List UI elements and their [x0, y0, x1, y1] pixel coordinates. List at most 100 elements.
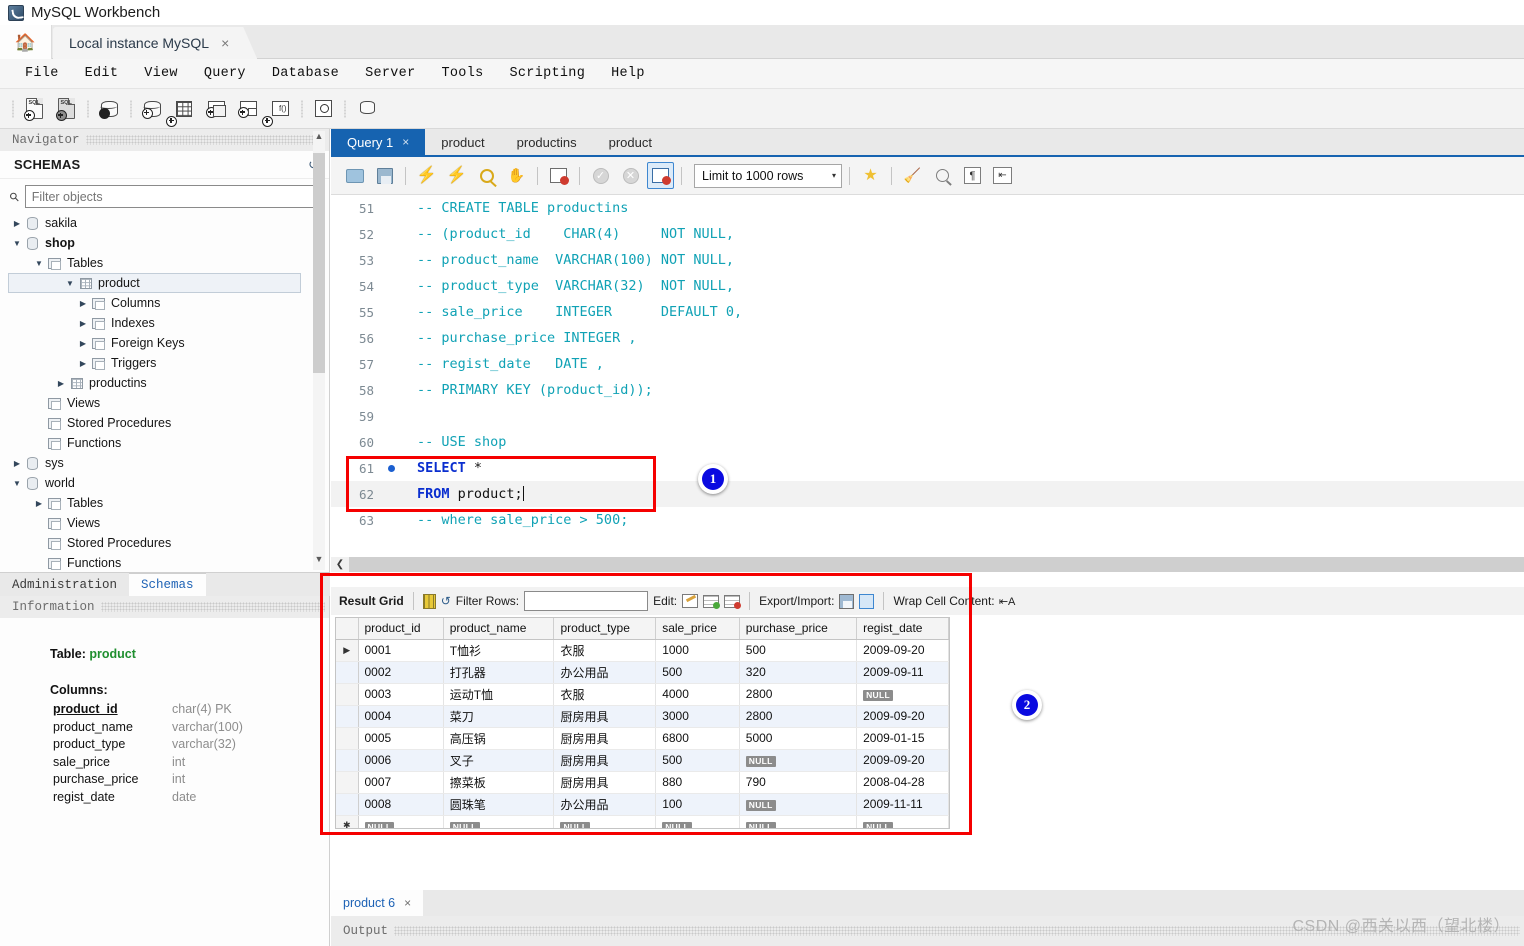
code-line-55[interactable]: 55 -- sale_price INTEGER DEFAULT 0,	[331, 299, 1524, 325]
cell-regist_date[interactable]: 2009-09-11	[856, 661, 949, 684]
edit-cell-icon[interactable]	[682, 594, 699, 608]
cell-regist_date[interactable]: NULL	[856, 815, 949, 828]
scroll-down-icon[interactable]: ▼	[313, 554, 325, 570]
cell-sale_price[interactable]: 500	[655, 749, 740, 772]
execute-icon[interactable]: ⚡	[413, 162, 440, 189]
tree-toggle-icon[interactable]: ▶	[32, 399, 46, 408]
code-line-59[interactable]: 59	[331, 403, 1524, 429]
scroll-left-icon[interactable]: ❮	[331, 557, 349, 572]
tree-item-triggers[interactable]: ▶ Triggers	[0, 353, 329, 373]
cell-product_id[interactable]: 0005	[358, 727, 444, 750]
export-recordset-icon[interactable]	[839, 593, 855, 609]
inspect-object-icon[interactable]	[308, 94, 338, 124]
tree-toggle-icon[interactable]: ▶	[32, 539, 46, 548]
row-selector[interactable]	[336, 683, 359, 706]
import-recordset-icon[interactable]	[859, 593, 875, 609]
table-row[interactable]: ▶ 0001 T恤衫 衣服 1000 500 2009-09-20	[336, 639, 949, 662]
stop-icon[interactable]: ✋	[503, 162, 530, 189]
code-line-61[interactable]: 61 SELECT *	[331, 455, 1524, 481]
explain-icon[interactable]	[473, 162, 500, 189]
cell-sale_price[interactable]: 500	[655, 661, 740, 684]
commit-icon[interactable]: ✓	[587, 162, 614, 189]
wrap-cell-icon[interactable]: ⇤A	[999, 594, 1016, 609]
code-line-57[interactable]: 57 -- regist_date DATE ,	[331, 351, 1524, 377]
cell-regist_date[interactable]: 2009-01-15	[856, 727, 949, 750]
cell-product_type[interactable]: 厨房用具	[553, 771, 657, 794]
cell-product_name[interactable]: 叉子	[443, 749, 555, 772]
cell-regist_date[interactable]: 2009-11-11	[856, 793, 949, 816]
table-row[interactable]: 0004 菜刀 厨房用具 3000 2800 2009-09-20	[336, 705, 949, 728]
open-script-icon[interactable]	[341, 162, 368, 189]
cell-product_id[interactable]: 0001	[358, 639, 444, 662]
tree-toggle-icon[interactable]: ▶	[32, 499, 46, 508]
code-line-51[interactable]: 51 -- CREATE TABLE productins	[331, 195, 1524, 221]
filter-rows-input[interactable]	[524, 591, 649, 611]
cell-product_id[interactable]: 0007	[358, 771, 444, 794]
server-status-icon[interactable]	[94, 94, 124, 124]
cell-purchase_price[interactable]: 790	[739, 771, 858, 794]
auto-commit-icon[interactable]	[647, 162, 674, 189]
code-line-54[interactable]: 54 -- product_type VARCHAR(32) NOT NULL,	[331, 273, 1524, 299]
row-selector[interactable]	[336, 749, 359, 772]
tree-toggle-icon[interactable]: ▼	[32, 259, 46, 268]
tab-schemas[interactable]: Schemas	[129, 573, 206, 596]
schema-tree[interactable]: ▶ sakila ▼ shop ▼ Tables ▼ product ▶ Columns ▶ Inde…	[0, 213, 329, 572]
cell-product_type[interactable]: 办公用品	[553, 661, 657, 684]
cell-product_id[interactable]: 0004	[358, 705, 444, 728]
row-selector[interactable]	[336, 661, 359, 684]
cell-product_id[interactable]: 0008	[358, 793, 444, 816]
cell-product_id[interactable]: NULL	[358, 815, 444, 828]
row-selector[interactable]	[336, 727, 359, 750]
cell-product_type[interactable]: 衣服	[553, 639, 657, 662]
code-line-62[interactable]: 62 FROM product;	[331, 481, 1524, 507]
cell-product_type[interactable]: 厨房用具	[553, 749, 657, 772]
close-icon[interactable]: ×	[221, 35, 229, 51]
tree-toggle-icon[interactable]: ▶	[32, 559, 46, 568]
cell-product_name[interactable]: 运动T恤	[443, 683, 555, 706]
cell-purchase_price[interactable]: NULL	[739, 793, 858, 816]
cell-regist_date[interactable]: 2008-04-28	[856, 771, 949, 794]
refresh-icon[interactable]: ↺	[441, 594, 451, 608]
result-grid[interactable]: product_id product_name product_type sale_p…	[335, 617, 950, 829]
save-script-icon[interactable]	[371, 162, 398, 189]
new-sql-tab-icon[interactable]: SQL	[19, 94, 49, 124]
new-function-icon[interactable]: f()	[262, 94, 295, 127]
menu-server[interactable]: Server	[352, 66, 428, 81]
open-sql-script-icon[interactable]: SQL	[51, 94, 81, 124]
cell-product_id[interactable]: 0003	[358, 683, 444, 706]
tree-item-columns[interactable]: ▶ Columns	[0, 293, 329, 313]
breakpoint-gutter[interactable]	[383, 464, 399, 472]
insert-row-icon[interactable]	[703, 594, 721, 609]
code-line-56[interactable]: 56 -- purchase_price INTEGER ,	[331, 325, 1524, 351]
close-icon[interactable]: ×	[404, 896, 411, 910]
column-header-purchase_price[interactable]: purchase_price	[739, 618, 858, 640]
menu-database[interactable]: Database	[259, 66, 352, 81]
table-row[interactable]: 0007 擦菜板 厨房用具 880 790 2008-04-28	[336, 771, 949, 794]
new-view-icon[interactable]	[201, 94, 231, 124]
code-line-60[interactable]: 60 -- USE shop	[331, 429, 1524, 455]
toggle-breakpoint-icon[interactable]	[545, 162, 572, 189]
tree-toggle-icon[interactable]: ▶	[76, 299, 90, 308]
code-line-63[interactable]: 63 -- where sale_price > 500;	[331, 507, 1524, 533]
table-row[interactable]: 0008 圆珠笔 办公用品 100 NULL 2009-11-11	[336, 793, 949, 816]
cell-product_name[interactable]: 高压锅	[443, 727, 555, 750]
toggle-wrap-icon[interactable]: ⇤	[989, 162, 1016, 189]
code-line-58[interactable]: 58 -- PRIMARY KEY (product_id));	[331, 377, 1524, 403]
code-line-53[interactable]: 53 -- product_name VARCHAR(100) NOT NULL,	[331, 247, 1524, 273]
column-header-sale_price[interactable]: sale_price	[655, 618, 740, 640]
cell-purchase_price[interactable]: 5000	[739, 727, 858, 750]
table-row[interactable]: 0005 高压锅 厨房用具 6800 5000 2009-01-15	[336, 727, 949, 750]
instance-tab-local-mysql[interactable]: Local instance MySQL ×	[53, 27, 257, 59]
cell-product_type[interactable]: NULL	[553, 815, 657, 828]
cell-sale_price[interactable]: 4000	[655, 683, 740, 706]
menu-scripting[interactable]: Scripting	[497, 66, 599, 81]
filter-objects-input[interactable]	[24, 185, 319, 208]
tree-item-views[interactable]: ▶ Views	[0, 513, 329, 533]
cell-regist_date[interactable]: NULL	[856, 683, 949, 706]
cell-product_type[interactable]: 办公用品	[553, 793, 657, 816]
tree-item-foreign-keys[interactable]: ▶ Foreign Keys	[0, 333, 329, 353]
menu-view[interactable]: View	[131, 66, 191, 81]
tab-administration[interactable]: Administration	[0, 573, 129, 596]
home-tab[interactable]: 🏠	[0, 25, 52, 59]
cell-product_name[interactable]: NULL	[443, 815, 555, 828]
